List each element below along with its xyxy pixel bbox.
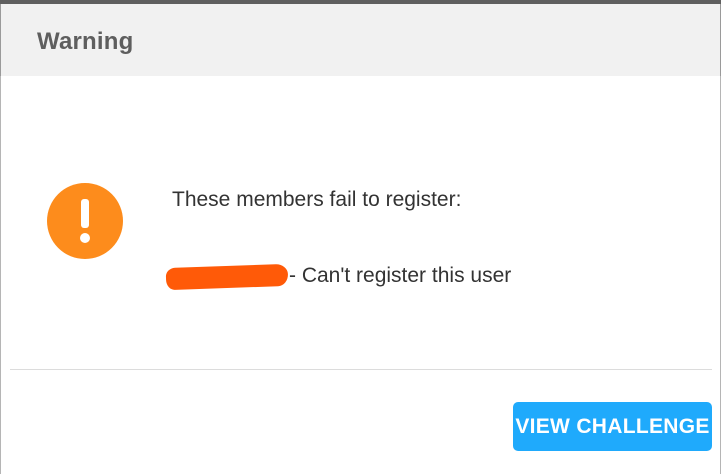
footer-divider (10, 369, 712, 370)
redacted-member-name (165, 263, 289, 291)
exclamation-dot (80, 233, 90, 243)
dialog-header: Warning (0, 4, 721, 76)
message-text: These members fail to register: (172, 188, 462, 211)
member-error-text: - Can't register this user (289, 264, 512, 287)
warning-dialog: Warning These members fail to register: … (0, 0, 721, 474)
exclamation-circle-icon (47, 183, 123, 259)
dialog-title: Warning (37, 28, 134, 55)
view-challenge-button[interactable]: VIEW CHALLENGE (513, 402, 712, 451)
exclamation-bar (81, 199, 89, 228)
